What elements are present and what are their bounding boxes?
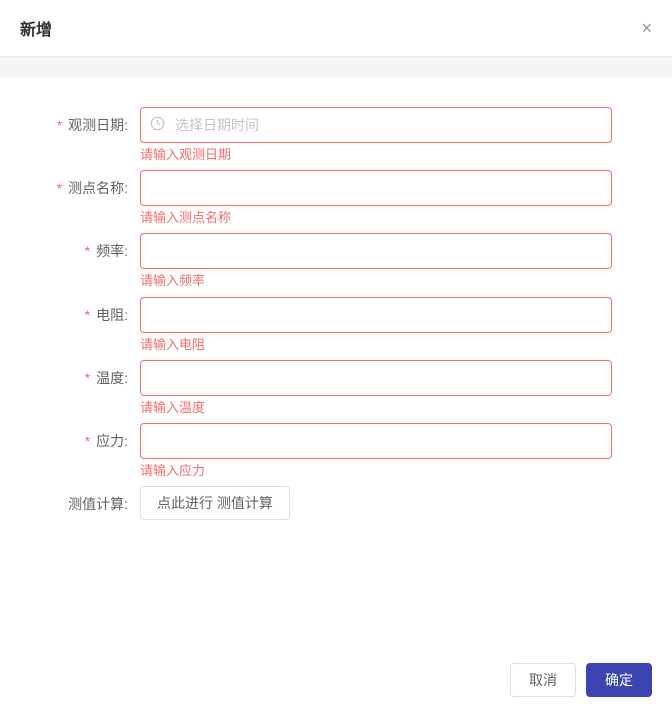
form-content: 请输入观测日期 bbox=[140, 107, 612, 164]
required-star: * bbox=[85, 243, 90, 259]
error-msg: 请输入温度 bbox=[140, 396, 612, 417]
form-content: 请输入应力 bbox=[140, 423, 612, 480]
dialog-footer: 取消 确定 bbox=[510, 663, 652, 697]
stress-input[interactable] bbox=[140, 423, 612, 459]
form-item-stress: * 应力: 请输入应力 bbox=[40, 423, 612, 480]
form-label: * 测点名称: bbox=[40, 170, 140, 206]
form-content: 请输入电阻 bbox=[140, 297, 612, 354]
input-wrap bbox=[140, 297, 612, 333]
label-text: 频率 bbox=[96, 243, 124, 259]
header-separator bbox=[0, 57, 672, 77]
label-text: 温度 bbox=[96, 370, 124, 386]
required-star: * bbox=[57, 117, 62, 133]
form-label: * 观测日期: bbox=[40, 107, 140, 143]
form-label: * 温度: bbox=[40, 360, 140, 396]
error-msg: 请输入电阻 bbox=[140, 333, 612, 354]
required-star: * bbox=[85, 433, 90, 449]
input-wrap bbox=[140, 107, 612, 143]
cancel-button[interactable]: 取消 bbox=[510, 663, 576, 697]
form-content: 请输入测点名称 bbox=[140, 170, 612, 227]
resistance-input[interactable] bbox=[140, 297, 612, 333]
required-star: * bbox=[57, 180, 62, 196]
form-item-resistance: * 电阻: 请输入电阻 bbox=[40, 297, 612, 354]
point-name-input[interactable] bbox=[140, 170, 612, 206]
form-item-frequency: * 频率: 请输入频率 bbox=[40, 233, 612, 290]
dialog-header: 新增 × bbox=[0, 0, 672, 57]
input-wrap bbox=[140, 423, 612, 459]
input-wrap bbox=[140, 170, 612, 206]
label-text: 测值计算 bbox=[68, 496, 124, 512]
observe-date-input[interactable] bbox=[140, 107, 612, 143]
dialog-title: 新增 bbox=[20, 16, 52, 40]
form-label: 测值计算: bbox=[40, 486, 140, 522]
input-wrap bbox=[140, 233, 612, 269]
label-text: 观测日期 bbox=[68, 117, 124, 133]
form-content: 请输入温度 bbox=[140, 360, 612, 417]
error-msg: 请输入频率 bbox=[140, 269, 612, 290]
label-text: 应力 bbox=[96, 433, 124, 449]
form-item-calc: 测值计算: 点此进行 测值计算 bbox=[40, 486, 612, 522]
form-label: * 频率: bbox=[40, 233, 140, 269]
close-button[interactable]: × bbox=[641, 19, 652, 37]
error-msg: 请输入应力 bbox=[140, 459, 612, 480]
form-item-temperature: * 温度: 请输入温度 bbox=[40, 360, 612, 417]
label-text: 电阻 bbox=[96, 307, 124, 323]
form-content: 点此进行 测值计算 bbox=[140, 486, 612, 520]
frequency-input[interactable] bbox=[140, 233, 612, 269]
label-text: 测点名称 bbox=[68, 180, 124, 196]
calc-button[interactable]: 点此进行 测值计算 bbox=[140, 486, 290, 520]
input-wrap bbox=[140, 360, 612, 396]
form-label: * 应力: bbox=[40, 423, 140, 459]
form-item-observe-date: * 观测日期: 请输入观测日期 bbox=[40, 107, 612, 164]
form-content: 请输入频率 bbox=[140, 233, 612, 290]
dialog-body: * 观测日期: 请输入观测日期 * 测点名称: 请输入测点名称 bbox=[0, 77, 672, 538]
confirm-button[interactable]: 确定 bbox=[586, 663, 652, 697]
required-star: * bbox=[85, 370, 90, 386]
temperature-input[interactable] bbox=[140, 360, 612, 396]
close-icon: × bbox=[641, 18, 652, 38]
error-msg: 请输入观测日期 bbox=[140, 143, 612, 164]
required-star: * bbox=[85, 307, 90, 323]
form-item-point-name: * 测点名称: 请输入测点名称 bbox=[40, 170, 612, 227]
form-label: * 电阻: bbox=[40, 297, 140, 333]
error-msg: 请输入测点名称 bbox=[140, 206, 612, 227]
